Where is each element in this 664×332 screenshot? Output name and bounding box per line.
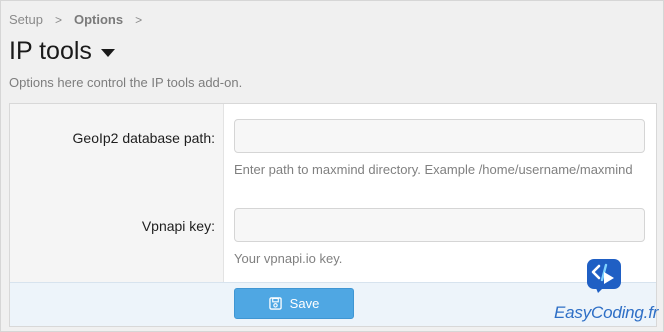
page-title-text: IP tools	[9, 37, 92, 65]
save-button-label: Save	[289, 296, 320, 311]
vpnapi-key-hint: Your vpnapi.io key.	[234, 251, 343, 266]
save-button[interactable]: Save	[234, 288, 354, 319]
save-icon	[268, 297, 282, 310]
breadcrumb-item-setup[interactable]: Setup	[9, 12, 43, 27]
geoip-path-label: GeoIp2 database path:	[72, 130, 215, 146]
breadcrumb-item-options[interactable]: Options	[74, 12, 123, 27]
easycoding-logo-icon	[587, 259, 621, 293]
breadcrumb-separator: >	[135, 12, 143, 27]
geoip-path-hint: Enter path to maxmind directory. Example…	[234, 162, 633, 177]
page-description: Options here control the IP tools add-on…	[9, 75, 243, 90]
page-title: IP tools	[9, 37, 115, 66]
breadcrumb-separator: >	[54, 12, 62, 27]
watermark-logo: EasyCoding.fr	[554, 258, 658, 328]
vpnapi-key-input[interactable]	[234, 208, 645, 242]
caret-down-icon[interactable]	[100, 49, 115, 57]
breadcrumb: Setup > Options >	[9, 12, 154, 27]
geoip-path-input[interactable]	[234, 119, 645, 153]
vpnapi-key-label: Vpnapi key:	[141, 218, 215, 234]
watermark-text: EasyCoding.fr	[554, 303, 659, 322]
